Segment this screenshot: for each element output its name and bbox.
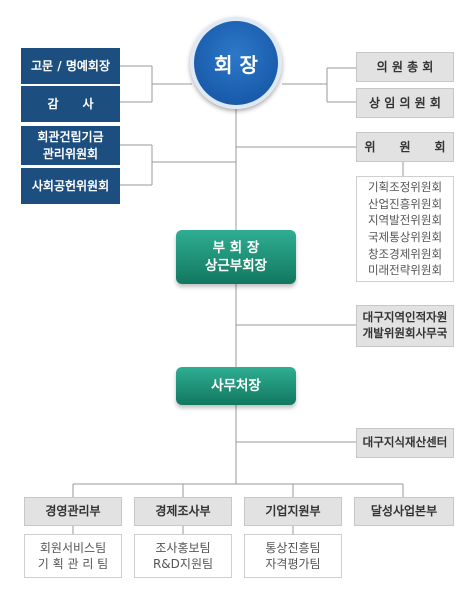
committee-item: 국제통상위원회 bbox=[367, 230, 443, 244]
team-item: 자격평가팀 bbox=[265, 557, 321, 571]
committee-box: 위 원 회 bbox=[356, 132, 454, 162]
auditor-label: 감 사 bbox=[47, 96, 94, 111]
dept-dalseong-box: 달성사업본부 bbox=[354, 497, 454, 526]
teams-business-support: 통상진흥팀 자격평가팀 bbox=[244, 534, 342, 578]
team-item: 통상진흥팀 bbox=[265, 540, 321, 555]
vice-president-box: 부 회 장 상근부회장 bbox=[176, 230, 296, 284]
committee-item: 산업진흥위원회 bbox=[367, 196, 443, 211]
standing-council-label: 상 임 의 원 회 bbox=[369, 95, 441, 110]
social-contribution-committee-box: 사회공헌위원회 bbox=[21, 168, 120, 204]
hr-office-line2: 개발위원회사무국 bbox=[362, 326, 448, 340]
advisor-box: 고문 / 명예회장 bbox=[21, 48, 120, 84]
building-fund-committee-label: 회관건립기금 관리위원회 bbox=[37, 130, 104, 161]
ip-center-label: 대구지식재산센터 bbox=[362, 435, 448, 450]
president-node: 회 장 bbox=[190, 17, 282, 109]
teams-research: 조사홍보팀 R&D지원팀 bbox=[134, 534, 232, 578]
teams-management: 회원서비스팀 기 획 관 리 팀 bbox=[24, 534, 122, 578]
team-item: 기 획 관 리 팀 bbox=[37, 557, 109, 571]
team-item: 회원서비스팀 bbox=[39, 540, 107, 555]
social-contribution-committee-label: 사회공헌위원회 bbox=[31, 178, 110, 193]
general-assembly-label: 의 원 총 회 bbox=[376, 59, 434, 74]
team-item: 조사홍보팀 bbox=[155, 540, 211, 555]
ip-center-box: 대구지식재산센터 bbox=[356, 428, 454, 458]
committee-item: 지역발전위원회 bbox=[367, 213, 443, 228]
standing-council-box: 상 임 의 원 회 bbox=[356, 88, 454, 118]
vice-president-label: 부 회 장 bbox=[212, 239, 260, 256]
dept-management-label: 경영관리부 bbox=[45, 504, 101, 519]
committee-item: 기획조정위원회 bbox=[367, 179, 443, 194]
team-item: R&D지원팀 bbox=[152, 557, 214, 571]
hr-office-box: 대구지역인적자원 개발위원회사무국 bbox=[356, 305, 454, 347]
standing-vice-president-label: 상근부회장 bbox=[204, 258, 268, 274]
advisor-label: 고문 / 명예회장 bbox=[31, 58, 110, 73]
secretary-general-label: 사무처장 bbox=[211, 377, 261, 394]
committee-item: 창조경제위원회 bbox=[367, 246, 443, 261]
auditor-box: 감 사 bbox=[21, 86, 120, 122]
dept-research-box: 경제조사부 bbox=[134, 497, 232, 526]
committee-label: 위 원 회 bbox=[364, 139, 446, 154]
committee-list: 기획조정위원회 산업진흥위원회 지역발전위원회 국제통상위원회 창조경제위원회 … bbox=[356, 176, 454, 282]
dept-research-label: 경제조사부 bbox=[155, 504, 211, 519]
hr-office-line1: 대구지역인적자원 bbox=[362, 310, 448, 325]
dept-management-box: 경영관리부 bbox=[24, 497, 122, 526]
president-label: 회 장 bbox=[214, 52, 258, 77]
secretary-general-box: 사무처장 bbox=[176, 367, 296, 405]
building-fund-committee-box: 회관건립기금 관리위원회 bbox=[21, 126, 120, 165]
general-assembly-box: 의 원 총 회 bbox=[356, 52, 454, 82]
committee-item: 미래전략위원회 bbox=[367, 263, 443, 278]
dept-dalseong-label: 달성사업본부 bbox=[370, 504, 438, 519]
dept-business-support-label: 기업지원부 bbox=[265, 504, 321, 519]
dept-business-support-box: 기업지원부 bbox=[244, 497, 342, 526]
